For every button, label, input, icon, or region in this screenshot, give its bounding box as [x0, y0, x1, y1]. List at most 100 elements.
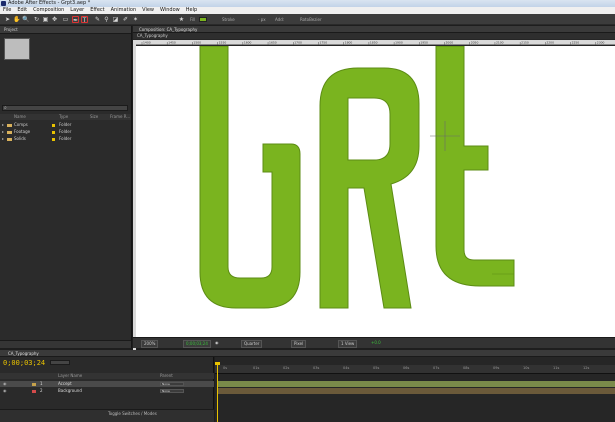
- menu-effect[interactable]: Effect: [90, 7, 104, 14]
- column-name[interactable]: Name: [14, 114, 26, 120]
- expand-triangle-icon[interactable]: ▸: [2, 122, 4, 128]
- camera-tool-icon[interactable]: ▣: [42, 16, 49, 23]
- resolution-dropdown[interactable]: Quarter: [241, 340, 263, 348]
- menu-animation[interactable]: Animation: [111, 7, 137, 14]
- project-tab[interactable]: Project: [0, 26, 131, 34]
- column-frame[interactable]: Frame R...: [110, 114, 130, 120]
- project-item[interactable]: ▸ Solids Folder: [0, 136, 131, 142]
- menu-edit[interactable]: Edit: [17, 7, 27, 14]
- expand-triangle-icon[interactable]: ▸: [2, 136, 4, 142]
- after-effects-icon: [1, 1, 6, 6]
- timeline-graph-area[interactable]: 0s 01s 02s 03s 04s 05s 06s 07s 08s 09s 1…: [215, 357, 615, 422]
- menu-file[interactable]: File: [3, 7, 11, 14]
- camera-dropdown[interactable]: Pixel: [291, 340, 307, 348]
- menu-composition[interactable]: Composition: [33, 7, 64, 14]
- zoom-tool-icon[interactable]: 🔍: [22, 16, 29, 23]
- layer-name[interactable]: Accept: [58, 381, 72, 387]
- layer-row-2[interactable]: ◉ 2 Background None: [0, 388, 214, 394]
- current-time-display[interactable]: 0;00;03;24: [183, 340, 211, 348]
- layer-row-1[interactable]: ◉ 1 Accept None: [0, 381, 214, 387]
- menu-view[interactable]: View: [142, 7, 154, 14]
- camera-snapshot-icon[interactable]: ◉: [215, 338, 219, 348]
- timeline-tab[interactable]: CA_Typography: [0, 350, 615, 357]
- layer-name[interactable]: Background: [58, 388, 82, 394]
- add-label[interactable]: Add:: [275, 16, 284, 23]
- ruler-tick-label: 2250: [572, 41, 580, 45]
- exposure-value[interactable]: +0.0: [371, 338, 381, 348]
- project-item[interactable]: ▸ Footage Folder: [0, 129, 131, 135]
- expand-triangle-icon[interactable]: ▸: [2, 129, 4, 135]
- parent-dropdown[interactable]: None: [160, 382, 184, 386]
- stroke-label: Stroke: [222, 17, 235, 22]
- rotate-tool-icon[interactable]: ↻: [33, 16, 40, 23]
- selection-tool-icon[interactable]: ➤: [4, 16, 11, 23]
- puppet-tool-icon[interactable]: ✶: [132, 16, 139, 23]
- composition-tab[interactable]: Composition: CA_Typography: [133, 26, 615, 33]
- layer-1-duration-bar[interactable]: [217, 381, 615, 387]
- letter-g-shape: [199, 46, 301, 309]
- label-color-tag: [52, 124, 55, 127]
- layer-label-color[interactable]: [32, 383, 36, 386]
- column-layer-name[interactable]: Layer Name: [58, 373, 82, 379]
- timeline-column-header: Layer Name Parent: [0, 373, 214, 379]
- menu-layer[interactable]: Layer: [70, 7, 84, 14]
- letter-r-shape: [319, 67, 420, 309]
- time-ruler[interactable]: 0s 01s 02s 03s 04s 05s 06s 07s 08s 09s 1…: [215, 365, 615, 374]
- view-layout-dropdown[interactable]: 1 View: [338, 340, 358, 348]
- ruler-tick-label: 1700: [294, 41, 302, 45]
- pen-tool-icon[interactable]: ✒: [72, 16, 79, 24]
- stroke-width-value[interactable]: - px: [258, 16, 266, 23]
- toggle-switches-modes-button[interactable]: Toggle Switches / Modes: [108, 411, 157, 416]
- hand-tool-icon[interactable]: ✋: [13, 16, 20, 23]
- ruler-tick-label: 1450: [168, 41, 176, 45]
- star-icon[interactable]: ★: [178, 16, 185, 23]
- ruler-tick-label: 1850: [370, 41, 378, 45]
- clone-stamp-tool-icon[interactable]: ⚲: [103, 16, 110, 23]
- project-thumbnail: [4, 38, 30, 60]
- letter-shapes[interactable]: [136, 46, 615, 337]
- parent-dropdown[interactable]: None: [160, 389, 184, 393]
- ruler-tick-label: 2300: [597, 41, 605, 45]
- fill-color-swatch[interactable]: [199, 17, 207, 22]
- project-search-input[interactable]: ⌕: [2, 105, 128, 111]
- ruler-tick-label: 1650: [269, 41, 277, 45]
- ruler-tick-label: 1550: [219, 41, 227, 45]
- roto-brush-tool-icon[interactable]: ✐: [122, 16, 129, 23]
- rotobezier-checkbox-label[interactable]: RotoBezier: [300, 16, 322, 23]
- layer-label-color[interactable]: [32, 390, 36, 393]
- folder-icon: [7, 124, 12, 127]
- rectangle-tool-icon[interactable]: ▭: [62, 16, 69, 23]
- ruler-tick-label: 1500: [193, 41, 201, 45]
- column-size[interactable]: Size: [90, 114, 98, 120]
- timeline-search-input[interactable]: [50, 360, 70, 365]
- project-item[interactable]: ▸ Comps Folder: [0, 122, 131, 128]
- composition-footer: 200% 0;00;03;24 ◉ Quarter Pixel 1 View +…: [133, 337, 615, 348]
- zoom-dropdown[interactable]: 200%: [141, 340, 159, 348]
- label-color-tag: [52, 138, 55, 141]
- visibility-eye-icon[interactable]: ◉: [3, 388, 7, 394]
- ruler-tick-label: 1950: [420, 41, 428, 45]
- text-tool-icon[interactable]: T: [81, 16, 88, 24]
- column-type[interactable]: Type: [59, 114, 68, 120]
- menu-bar: File Edit Composition Layer Effect Anima…: [0, 7, 615, 14]
- eraser-tool-icon[interactable]: ◪: [112, 16, 119, 23]
- timeline-timecode[interactable]: 0;00;03;24: [3, 359, 45, 367]
- ruler-tick-label: 2050: [471, 41, 479, 45]
- pan-behind-tool-icon[interactable]: ✥: [51, 16, 58, 23]
- ruler-tick-label: 1600: [244, 41, 252, 45]
- ruler-tick-label: 1900: [395, 41, 403, 45]
- menu-window[interactable]: Window: [160, 7, 180, 14]
- visibility-eye-icon[interactable]: ◉: [3, 381, 7, 387]
- current-time-indicator[interactable]: [217, 362, 218, 422]
- column-parent[interactable]: Parent: [160, 373, 173, 379]
- brush-tool-icon[interactable]: ✎: [94, 16, 101, 23]
- layer-2-duration-bar[interactable]: [217, 388, 615, 394]
- search-icon: ⌕: [4, 105, 7, 111]
- composition-sub-tab[interactable]: CA_Typography: [133, 33, 615, 39]
- composition-canvas[interactable]: [136, 46, 615, 337]
- fill-label: Fill: [190, 17, 196, 22]
- label-color-tag: [52, 131, 55, 134]
- menu-help[interactable]: Help: [186, 7, 197, 14]
- window-title: Adobe After Effects - Grpt3.aep *: [8, 0, 91, 6]
- project-panel: Project ⌕ Name Type Size Frame R... ▸ Co…: [0, 26, 132, 348]
